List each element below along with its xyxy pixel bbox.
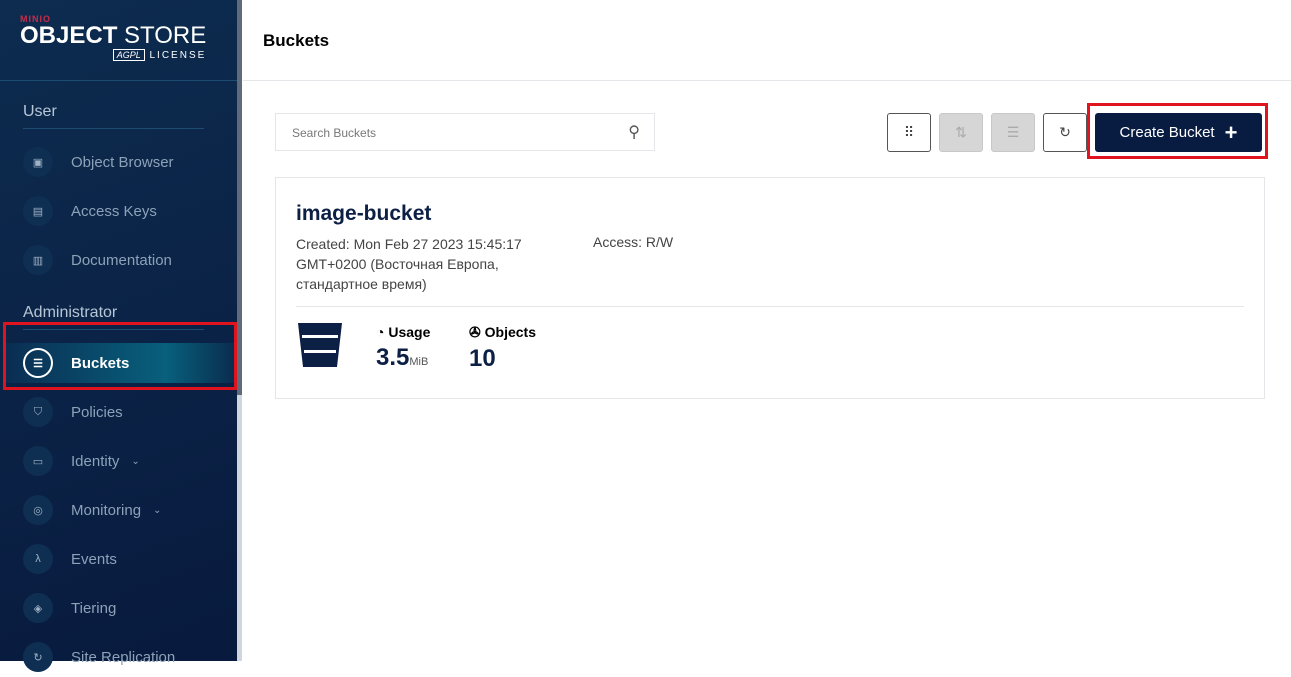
replication-icon: ↻ bbox=[23, 642, 53, 672]
logo-license: LICENSE bbox=[149, 50, 207, 61]
sidebar-item-label: Identity bbox=[71, 452, 120, 470]
logo-product: OBJECT bbox=[20, 22, 118, 49]
chevron-down-icon[interactable]: ⌄ bbox=[131, 456, 139, 467]
usage-stat: ◔ Usage 3.5MiB bbox=[376, 324, 430, 372]
sidebar-item-label: Site Replication bbox=[71, 648, 176, 666]
objects-value: 10 bbox=[469, 345, 496, 372]
pie-chart-icon: ◔ bbox=[376, 324, 385, 340]
page-title: Buckets bbox=[263, 31, 330, 50]
logo-product-light: STORE bbox=[124, 22, 207, 49]
object-browser-icon: ▣ bbox=[23, 147, 53, 177]
shield-icon: ⛉ bbox=[23, 397, 53, 427]
search-placeholder: Search Buckets bbox=[292, 126, 377, 140]
bucket-card[interactable]: image-bucket Created: Mon Feb 27 2023 15… bbox=[275, 177, 1265, 399]
bucket-icon bbox=[298, 323, 342, 367]
sidebar-item-monitoring[interactable]: ◎ Monitoring ⌄ bbox=[23, 490, 237, 530]
buckets-icon: ☰ bbox=[1006, 124, 1020, 140]
objects-stat: ✇ Objects 10 bbox=[469, 324, 536, 373]
sidebar-item-label: Events bbox=[71, 550, 117, 568]
sync-icon: ⇅ bbox=[955, 124, 967, 140]
sidebar-item-label: Access Keys bbox=[71, 202, 157, 220]
bucket-name[interactable]: image-bucket bbox=[296, 202, 431, 226]
objects-label: Objects bbox=[484, 324, 536, 340]
highlight-box bbox=[1087, 103, 1268, 159]
monitoring-icon: ◎ bbox=[23, 495, 53, 525]
sidebar-scrollbar[interactable] bbox=[237, 0, 242, 661]
sidebar-item-label: Object Browser bbox=[71, 153, 174, 171]
documentation-icon: ▥ bbox=[23, 245, 53, 275]
bucket-created: Created: Mon Feb 27 2023 15:45:17 GMT+02… bbox=[296, 236, 522, 292]
agpl-badge: AGPL bbox=[112, 49, 145, 61]
sidebar-item-label: Monitoring bbox=[71, 501, 142, 519]
refresh-button[interactable]: ↻ bbox=[1043, 113, 1087, 152]
chevron-down-icon[interactable]: ⌄ bbox=[153, 505, 161, 516]
sidebar-item-label: Tiering bbox=[71, 599, 117, 617]
usage-unit: MiB bbox=[409, 356, 429, 368]
objects-icon: ✇ bbox=[469, 324, 481, 340]
sidebar-item-label: Documentation bbox=[71, 251, 172, 269]
sidebar-item-events[interactable]: λ Events bbox=[23, 539, 237, 579]
grid-icon: ⠿ bbox=[903, 124, 915, 140]
lambda-icon: λ bbox=[23, 544, 53, 574]
sidebar: MINIO OBJECT STORE AGPL LICENSE User ▣ Ob… bbox=[0, 0, 237, 672]
usage-label: Usage bbox=[388, 324, 431, 340]
refresh-icon: ↻ bbox=[1059, 124, 1071, 140]
page-header: Buckets bbox=[243, 0, 1291, 81]
sidebar-item-documentation[interactable]: ▥ Documentation bbox=[23, 240, 237, 280]
section-administrator: Administrator bbox=[23, 304, 118, 321]
highlight-box bbox=[3, 322, 237, 390]
sidebar-item-policies[interactable]: ⛉ Policies bbox=[23, 392, 237, 432]
sidebar-item-site-replication[interactable]: ↻ Site Replication bbox=[23, 637, 237, 677]
sidebar-item-label: Policies bbox=[71, 403, 123, 421]
usage-value: 3.5 bbox=[376, 344, 410, 371]
multi-delete-button[interactable]: ☰ bbox=[991, 113, 1035, 152]
section-user: User bbox=[23, 103, 57, 120]
sidebar-item-access-keys[interactable]: ▤ Access Keys bbox=[23, 191, 237, 231]
bucket-access: Access: R/W bbox=[593, 234, 674, 250]
logo: MINIO OBJECT STORE AGPL LICENSE bbox=[20, 14, 206, 61]
list-view-button[interactable]: ⠿ bbox=[887, 113, 931, 152]
sidebar-item-identity[interactable]: ▭ Identity ⌄ bbox=[23, 441, 237, 481]
tiering-icon: ◈ bbox=[23, 593, 53, 623]
identity-icon: ▭ bbox=[23, 446, 53, 476]
search-icon: ⚲ bbox=[628, 124, 640, 141]
search-input[interactable]: Search Buckets ⚲ bbox=[275, 113, 655, 151]
replication-button[interactable]: ⇅ bbox=[939, 113, 983, 152]
sidebar-item-object-browser[interactable]: ▣ Object Browser bbox=[23, 142, 237, 182]
sidebar-item-tiering[interactable]: ◈ Tiering bbox=[23, 588, 237, 628]
access-keys-icon: ▤ bbox=[23, 196, 53, 226]
